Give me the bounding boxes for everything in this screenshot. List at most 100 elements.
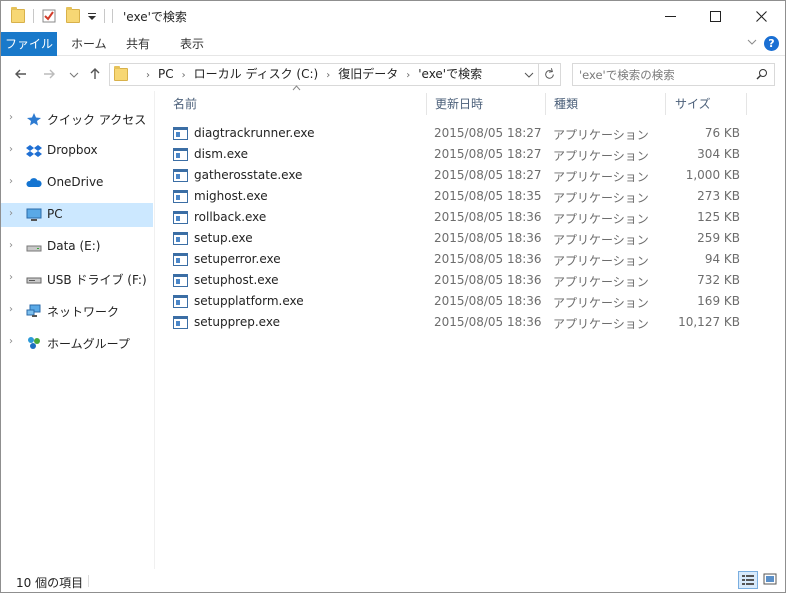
sidebar-item-label: OneDrive bbox=[47, 175, 104, 189]
file-size: 10,127 KB bbox=[678, 315, 740, 329]
table-row[interactable]: setupprep.exe 2015/08/05 18:36 アプリケーション … bbox=[156, 312, 785, 333]
file-name: diagtrackrunner.exe bbox=[194, 126, 315, 140]
chevron-right-icon[interactable]: › bbox=[9, 272, 13, 283]
breadcrumb-chevron-icon[interactable]: › bbox=[146, 70, 150, 81]
table-row[interactable]: setup.exe 2015/08/05 18:36 アプリケーション 259 … bbox=[156, 228, 785, 249]
back-icon[interactable] bbox=[11, 64, 31, 84]
file-size: 169 KB bbox=[697, 294, 740, 308]
star-icon bbox=[27, 113, 41, 126]
column-header-type[interactable]: 種類 bbox=[537, 91, 647, 117]
chevron-right-icon[interactable]: › bbox=[9, 112, 13, 123]
network-icon bbox=[26, 304, 41, 317]
address-dropdown-icon[interactable] bbox=[522, 64, 536, 85]
breadcrumb-pc[interactable]: PC bbox=[158, 67, 174, 81]
application-icon bbox=[173, 295, 188, 308]
help-icon[interactable]: ? bbox=[764, 36, 779, 51]
tab-view[interactable]: 表示 bbox=[168, 32, 216, 56]
maximize-button[interactable] bbox=[693, 1, 738, 31]
divider bbox=[33, 9, 34, 23]
navigation-pane: › クイック アクセス › Dropbox › OneDrive › PC › … bbox=[1, 91, 155, 569]
table-row[interactable]: mighost.exe 2015/08/05 18:35 アプリケーション 27… bbox=[156, 186, 785, 207]
column-divider[interactable] bbox=[746, 93, 747, 115]
tab-file[interactable]: ファイル bbox=[1, 32, 57, 56]
file-date: 2015/08/05 18:36 bbox=[434, 210, 542, 224]
sidebar-item-data-drive[interactable]: › Data (E:) bbox=[1, 235, 153, 259]
table-row[interactable]: diagtrackrunner.exe 2015/08/05 18:27 アプリ… bbox=[156, 123, 785, 144]
file-name: gatherosstate.exe bbox=[194, 168, 303, 182]
customize-dropdown-icon[interactable] bbox=[85, 9, 99, 23]
properties-icon[interactable] bbox=[42, 9, 56, 23]
file-name: setupprep.exe bbox=[194, 315, 280, 329]
file-name: setuphost.exe bbox=[194, 273, 279, 287]
sidebar-item-usb-drive[interactable]: › USB ドライブ (F:) bbox=[1, 267, 153, 291]
large-icons-view-icon bbox=[763, 573, 777, 585]
table-row[interactable]: gatherosstate.exe 2015/08/05 18:27 アプリケー… bbox=[156, 165, 785, 186]
breadcrumb-chevron-icon[interactable]: › bbox=[326, 70, 330, 81]
table-row[interactable]: dism.exe 2015/08/05 18:27 アプリケーション 304 K… bbox=[156, 144, 785, 165]
table-row[interactable]: setuperror.exe 2015/08/05 18:36 アプリケーション… bbox=[156, 249, 785, 270]
file-type: アプリケーション bbox=[553, 212, 649, 226]
sidebar-item-quick-access[interactable]: › クイック アクセス bbox=[1, 107, 153, 131]
search-icon[interactable] bbox=[756, 68, 768, 80]
maximize-icon bbox=[710, 10, 721, 22]
details-view-icon bbox=[742, 575, 754, 585]
forward-icon[interactable] bbox=[39, 64, 59, 84]
table-row[interactable]: setuphost.exe 2015/08/05 18:36 アプリケーション … bbox=[156, 270, 785, 291]
sidebar-item-label: PC bbox=[47, 207, 63, 221]
homegroup-icon bbox=[28, 337, 40, 349]
chevron-right-icon[interactable]: › bbox=[9, 304, 13, 315]
minimize-button[interactable] bbox=[648, 1, 693, 31]
sidebar-item-homegroup[interactable]: › ホームグループ bbox=[1, 331, 153, 355]
chevron-right-icon[interactable]: › bbox=[9, 336, 13, 347]
tab-home[interactable]: ホーム bbox=[59, 32, 119, 56]
file-name: rollback.exe bbox=[194, 210, 267, 224]
file-type: アプリケーション bbox=[553, 317, 649, 331]
file-name: mighost.exe bbox=[194, 189, 268, 203]
file-type: アプリケーション bbox=[553, 170, 649, 184]
breadcrumb-chevron-icon[interactable]: › bbox=[182, 70, 186, 81]
application-icon bbox=[173, 169, 188, 182]
file-size: 125 KB bbox=[697, 210, 740, 224]
sidebar-item-onedrive[interactable]: › OneDrive bbox=[1, 171, 153, 195]
column-header-date[interactable]: 更新日時 bbox=[418, 91, 538, 117]
column-header-size[interactable]: サイズ bbox=[658, 91, 738, 117]
chevron-right-icon[interactable]: › bbox=[9, 240, 13, 251]
expand-ribbon-icon[interactable] bbox=[746, 36, 758, 48]
address-bar[interactable]: › PC › ローカル ディスク (C:) › 復旧データ › 'exe'で検索 bbox=[109, 63, 561, 86]
recent-locations-icon[interactable] bbox=[64, 64, 84, 84]
file-date: 2015/08/05 18:36 bbox=[434, 252, 542, 266]
sidebar-item-label: ネットワーク bbox=[47, 305, 120, 319]
breadcrumb-recovery-data[interactable]: 復旧データ bbox=[338, 67, 398, 81]
breadcrumb-chevron-icon[interactable]: › bbox=[406, 70, 410, 81]
large-icons-view-button[interactable] bbox=[761, 571, 781, 589]
file-type: アプリケーション bbox=[553, 149, 649, 163]
tab-share[interactable]: 共有 bbox=[114, 32, 162, 56]
details-view-button[interactable] bbox=[738, 571, 758, 589]
new-folder-icon[interactable] bbox=[66, 7, 80, 23]
sidebar-item-label: USB ドライブ (F:) bbox=[47, 273, 147, 287]
status-bar: 10 個の項目 bbox=[1, 569, 785, 592]
divider bbox=[112, 9, 113, 23]
file-type: アプリケーション bbox=[553, 254, 649, 268]
search-input[interactable] bbox=[579, 66, 749, 83]
sidebar-item-dropbox[interactable]: › Dropbox bbox=[1, 139, 153, 163]
usb-drive-icon bbox=[26, 277, 42, 284]
up-icon[interactable] bbox=[85, 64, 105, 84]
close-button[interactable] bbox=[739, 1, 784, 31]
breadcrumb-local-disk[interactable]: ローカル ディスク (C:) bbox=[194, 67, 319, 81]
file-type: アプリケーション bbox=[553, 191, 649, 205]
dropbox-icon bbox=[26, 145, 42, 157]
breadcrumb-search[interactable]: 'exe'で検索 bbox=[418, 67, 482, 81]
table-row[interactable]: setupplatform.exe 2015/08/05 18:36 アプリケー… bbox=[156, 291, 785, 312]
refresh-icon[interactable] bbox=[538, 64, 560, 85]
sidebar-item-pc[interactable]: › PC bbox=[1, 203, 153, 227]
column-header-name[interactable]: 名前 bbox=[156, 85, 430, 117]
chevron-right-icon[interactable]: › bbox=[9, 208, 13, 219]
sidebar-item-network[interactable]: › ネットワーク bbox=[1, 299, 153, 323]
chevron-right-icon[interactable]: › bbox=[9, 176, 13, 187]
column-label: 名前 bbox=[173, 97, 198, 111]
file-type: アプリケーション bbox=[553, 128, 649, 142]
search-box[interactable] bbox=[572, 63, 775, 86]
chevron-right-icon[interactable]: › bbox=[9, 144, 13, 155]
table-row[interactable]: rollback.exe 2015/08/05 18:36 アプリケーション 1… bbox=[156, 207, 785, 228]
